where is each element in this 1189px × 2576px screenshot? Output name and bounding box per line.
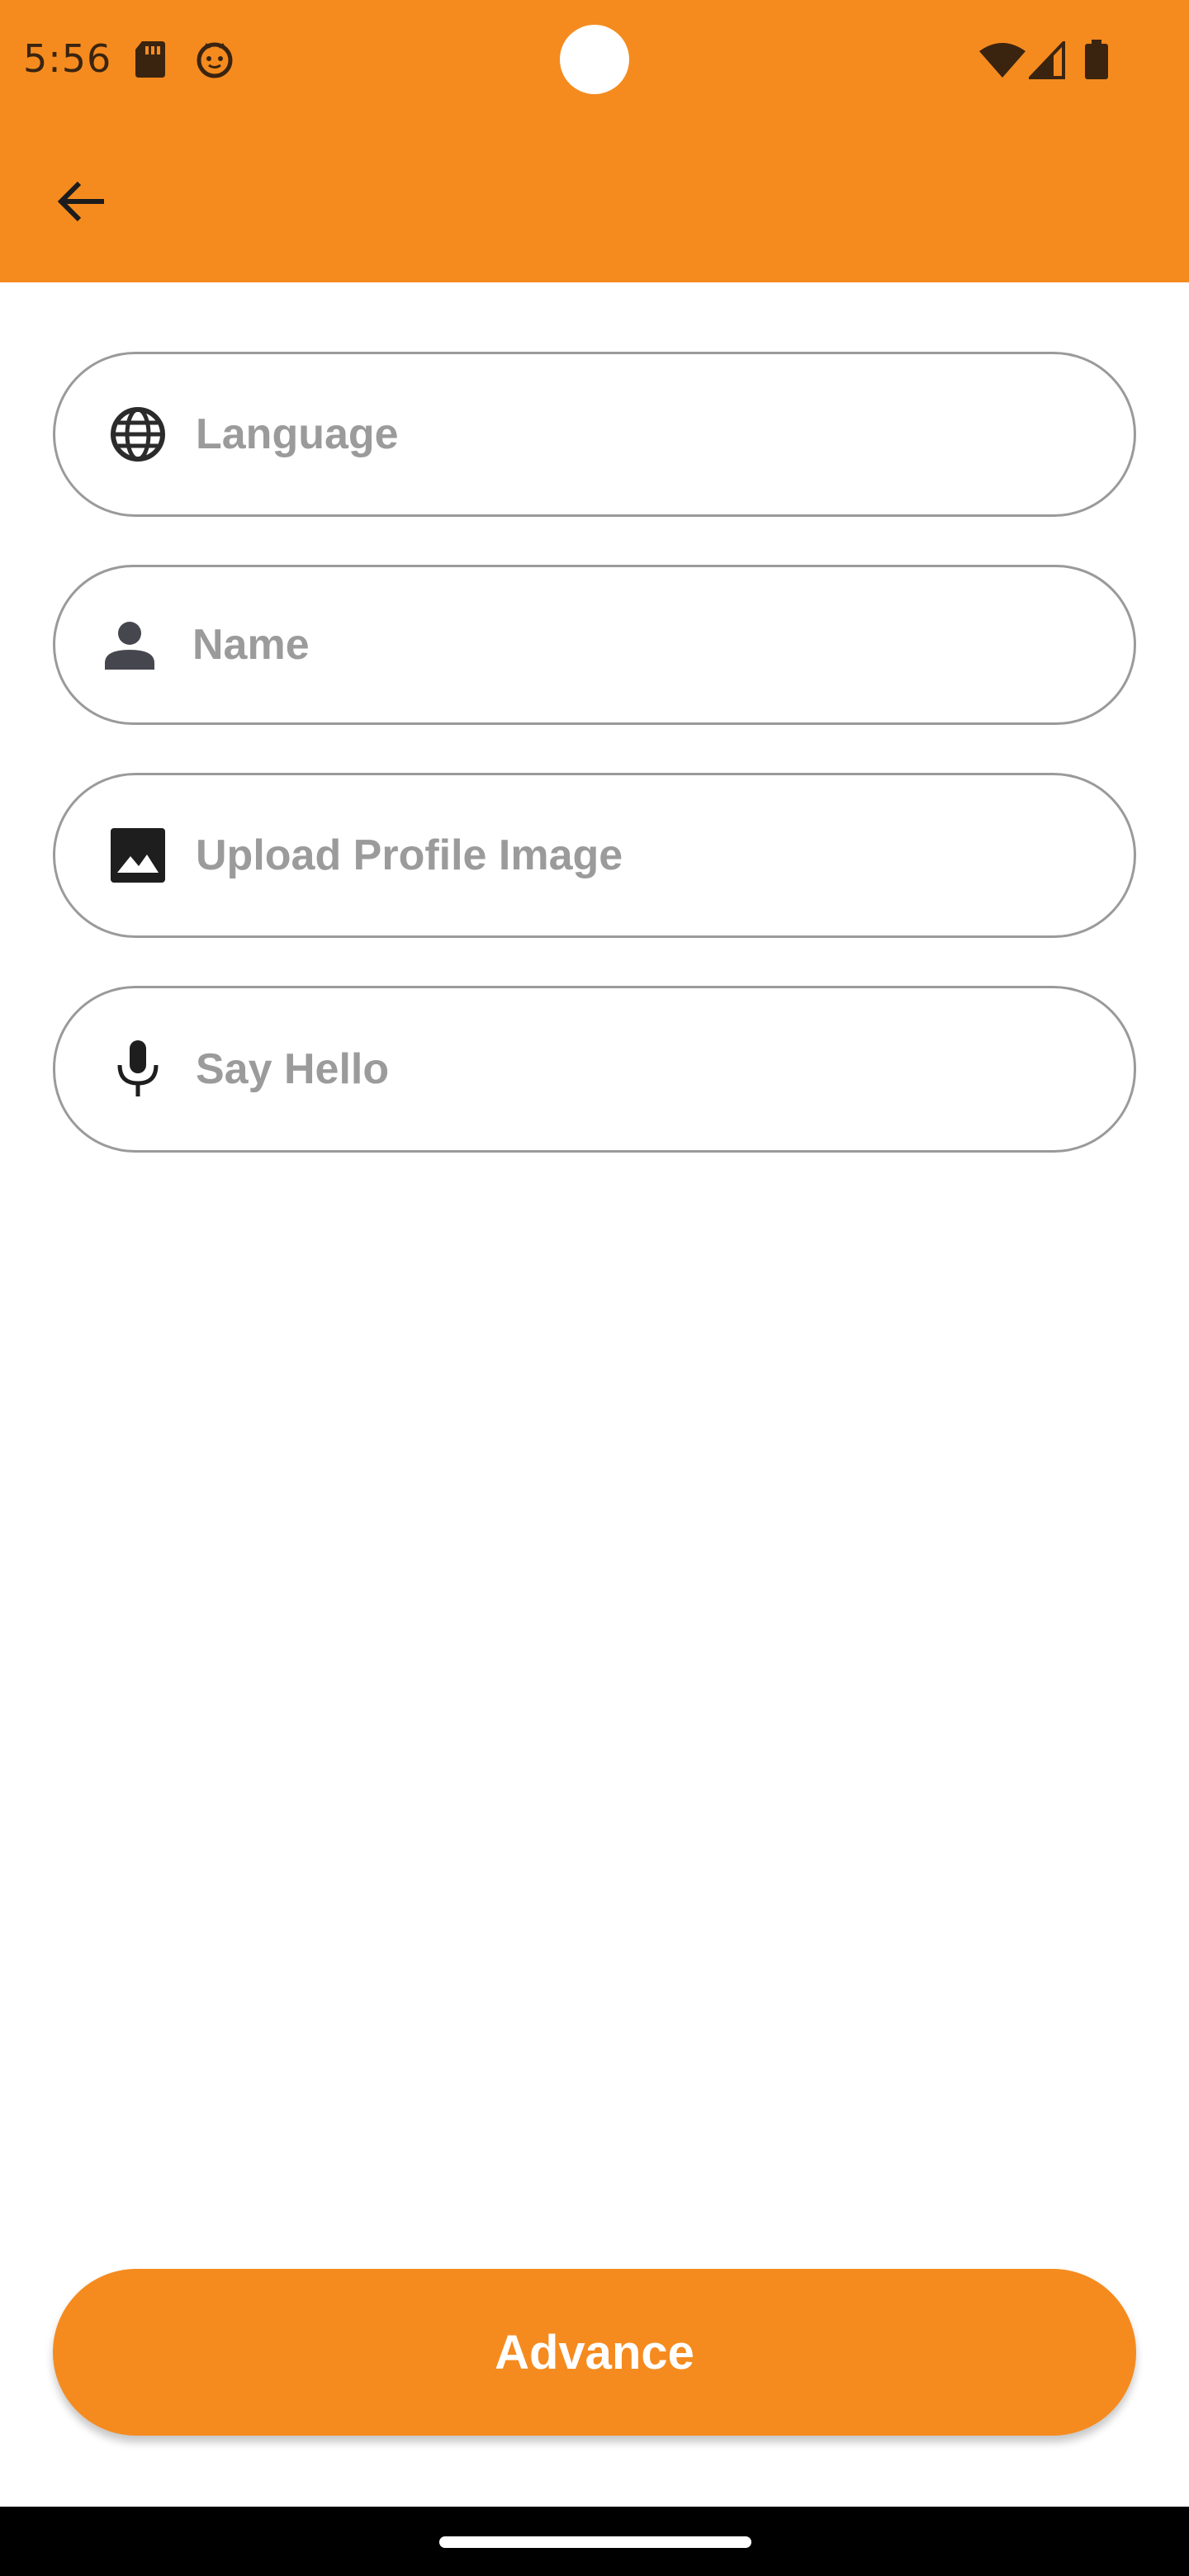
battery-icon bbox=[1085, 40, 1108, 79]
globe-icon bbox=[107, 403, 169, 466]
app-header: 5:56 bbox=[0, 0, 1189, 282]
home-indicator[interactable] bbox=[439, 2536, 751, 2548]
screen: 5:56 Language Name Upload Profile Image … bbox=[0, 0, 1189, 2576]
arrow-back-icon bbox=[57, 181, 104, 222]
cat-face-icon bbox=[195, 40, 233, 79]
person-icon bbox=[98, 613, 161, 676]
name-field[interactable]: Name bbox=[53, 565, 1136, 725]
mic-icon bbox=[107, 1038, 169, 1101]
say-hello-field[interactable]: Say Hello bbox=[53, 986, 1136, 1153]
language-placeholder: Language bbox=[196, 410, 399, 458]
name-placeholder: Name bbox=[192, 621, 310, 669]
advance-button[interactable]: Advance bbox=[53, 2269, 1136, 2436]
upload-profile-image-placeholder: Upload Profile Image bbox=[196, 831, 623, 879]
sd-card-icon bbox=[134, 40, 170, 79]
language-field[interactable]: Language bbox=[53, 352, 1136, 517]
back-button[interactable] bbox=[43, 163, 119, 239]
camera-cutout bbox=[560, 25, 629, 94]
status-time: 5:56 bbox=[23, 36, 112, 81]
upload-profile-image-field[interactable]: Upload Profile Image bbox=[53, 773, 1136, 938]
navigation-bar bbox=[0, 2507, 1189, 2576]
wifi-icon bbox=[979, 41, 1026, 79]
say-hello-placeholder: Say Hello bbox=[196, 1045, 390, 1093]
image-icon bbox=[107, 824, 169, 887]
signal-icon bbox=[1026, 39, 1065, 79]
